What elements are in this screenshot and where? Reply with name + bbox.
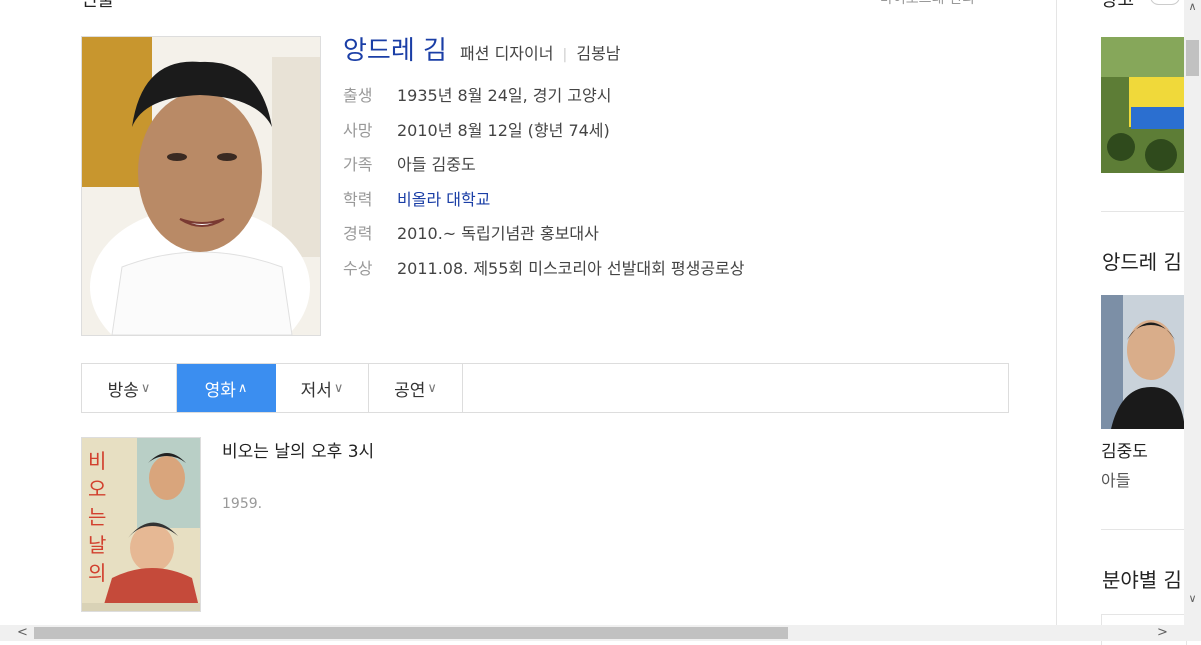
education-link[interactable]: 비올라 대학교: [397, 188, 490, 223]
horizontal-scrollbar[interactable]: < >: [0, 625, 1184, 641]
movie-year: 1959.: [222, 496, 263, 512]
related-person-name[interactable]: 김중도: [1101, 437, 1148, 462]
ad-badge: AD: [1150, 0, 1180, 5]
info-value: 2010.~ 독립기념관 홍보대사: [397, 224, 599, 244]
person-occupation: 패션 디자이너: [460, 44, 554, 63]
tab-label: 영화: [204, 380, 236, 401]
poster-lettering: 오: [88, 477, 106, 501]
ad-banner[interactable]: [1101, 37, 1185, 173]
scrollbar-corner: [1184, 625, 1201, 641]
movie-poster[interactable]: 비 오 는 날 의: [81, 437, 201, 612]
tab-label: 공연: [394, 380, 426, 401]
related-person-photo[interactable]: [1101, 295, 1185, 429]
sidebar-separator: [1101, 211, 1185, 212]
related-person-image: [1101, 295, 1185, 429]
tabs-filler: [463, 364, 1008, 412]
scroll-up-icon[interactable]: ∧: [1184, 0, 1201, 13]
info-career: 경력 2010.~ 독립기념관 홍보대사: [343, 222, 744, 257]
info-death: 사망 2010년 8월 12일 (향년 74세): [343, 119, 744, 154]
profile-photo-image: [82, 37, 320, 335]
sidebar-divider: [1056, 0, 1057, 625]
works-tabs: 방송 ∨ 영화 ∧ 저서 ∨ 공연 ∨: [81, 363, 1009, 413]
info-award: 수상 2011.08. 제55회 미스코리아 선발대회 평생공로상: [343, 257, 744, 292]
related-person-relation: 아들: [1101, 471, 1131, 490]
person-real-name: 김봉남: [576, 44, 621, 63]
sidebar-separator: [1101, 529, 1185, 530]
profile-info-list: 출생 1935년 8월 24일, 경기 고양시 사망 2010년 8월 12일 …: [343, 84, 744, 292]
info-value: 아들 김중도: [397, 155, 476, 175]
info-value: 2011.08. 제55회 미스코리아 선발대회 평생공로상: [397, 258, 745, 278]
info-value: 1935년 8월 24일, 경기 고양시: [397, 86, 612, 105]
info-education: 학력 비올라 대학교: [343, 188, 744, 223]
ad-banner-image: [1101, 37, 1185, 173]
poster-lettering: 의: [88, 561, 106, 585]
info-family: 가족 아들 김중도: [343, 153, 744, 188]
poster-lettering: 는: [88, 505, 106, 529]
info-birth: 출생 1935년 8월 24일, 경기 고양시: [343, 84, 744, 119]
info-label: 수상: [343, 258, 373, 278]
ad-heading: 광고: [1101, 0, 1135, 11]
profile-photo[interactable]: [81, 36, 321, 336]
tab-movie[interactable]: 영화 ∧: [177, 364, 276, 412]
tab-broadcast[interactable]: 방송 ∨: [82, 364, 177, 412]
info-value: 2010년 8월 12일 (향년 74세): [397, 120, 610, 140]
chevron-down-icon: ∨: [333, 380, 344, 396]
movie-poster-image: 비 오 는 날 의: [82, 438, 200, 611]
info-label: 출생: [343, 86, 373, 105]
chevron-down-icon: ∨: [427, 380, 437, 396]
section-title: 인물: [81, 0, 115, 11]
poster-lettering: 비: [88, 449, 106, 473]
scroll-down-icon[interactable]: ∨: [1184, 592, 1201, 605]
field-heading: 분야별 김: [1102, 568, 1182, 592]
chevron-down-icon: ∨: [140, 380, 151, 396]
chevron-up-icon: ∧: [237, 380, 248, 396]
tab-books[interactable]: 저서 ∨: [276, 364, 369, 412]
scroll-right-icon[interactable]: >: [1157, 625, 1168, 641]
vertical-scrollbar[interactable]: ∧ ∨: [1184, 0, 1201, 625]
tab-performance[interactable]: 공연 ∨: [369, 364, 463, 412]
horizontal-scroll-thumb[interactable]: [34, 627, 788, 639]
section-right-link[interactable]: 바이오그래 편리: [880, 0, 975, 8]
info-label: 가족: [343, 155, 373, 175]
vertical-scroll-thumb[interactable]: [1186, 40, 1199, 76]
info-label: 사망: [343, 120, 373, 140]
movie-title[interactable]: 비오는 날의 오후 3시: [222, 440, 382, 465]
poster-lettering: 날: [88, 533, 106, 557]
separator: |: [562, 47, 568, 63]
tab-label: 저서: [300, 380, 332, 401]
related-people-heading: 앙드레 김: [1102, 250, 1182, 274]
tab-label: 방송: [107, 380, 139, 401]
person-name[interactable]: 앙드레 김: [343, 36, 447, 66]
info-label: 학력: [343, 189, 373, 209]
info-label: 경력: [343, 224, 373, 244]
scroll-left-icon[interactable]: <: [17, 625, 28, 641]
